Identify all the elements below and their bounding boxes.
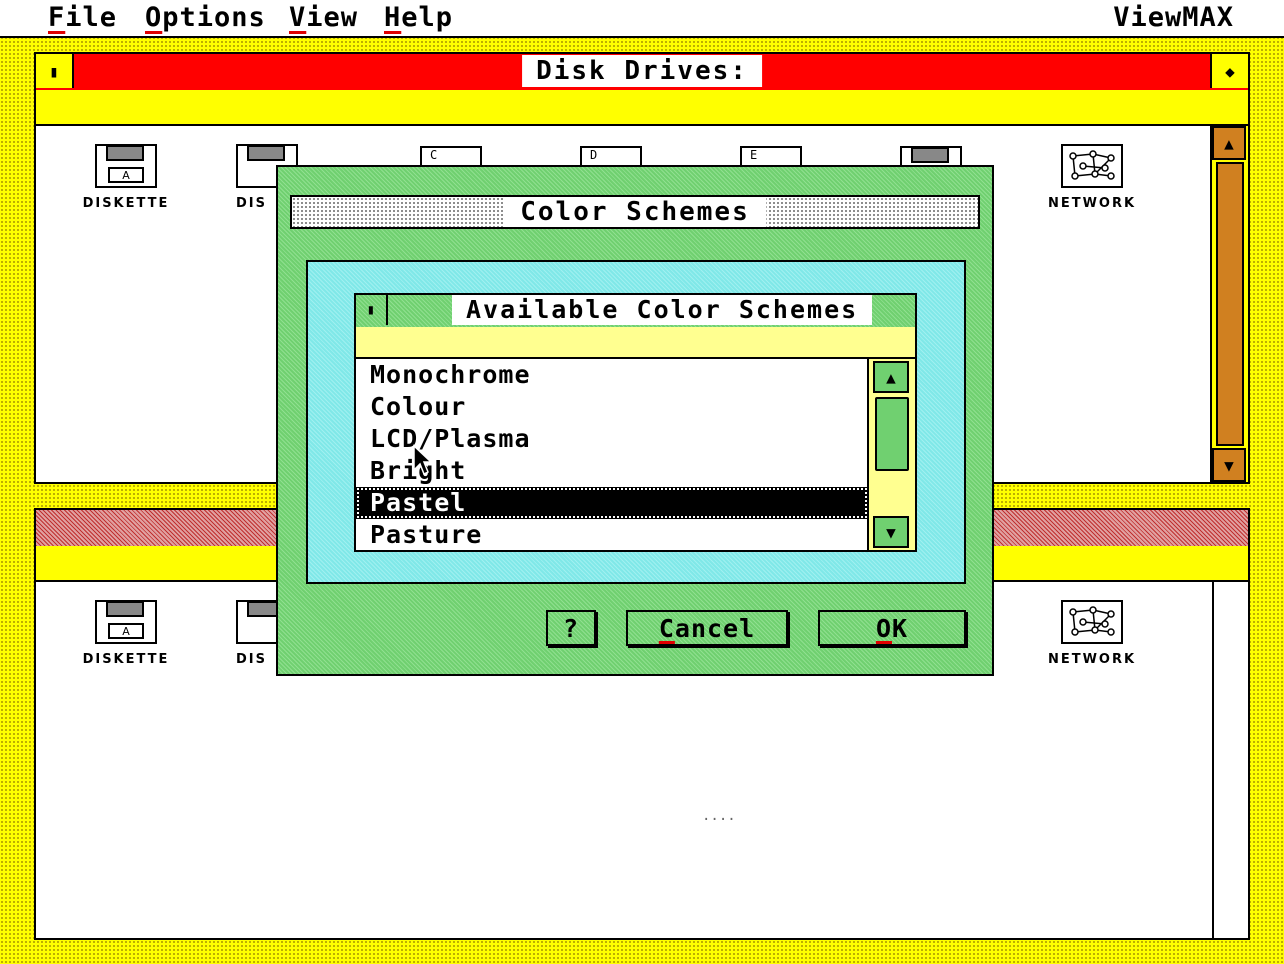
list-info-line [356, 327, 915, 359]
menu-help[interactable]: Help [384, 2, 453, 33]
scroll-down-arrow-icon[interactable]: ▼ [1212, 448, 1246, 482]
drive-label: NETWORK [1047, 196, 1137, 211]
drive-label: DISKETTE [82, 652, 170, 667]
list-frame: ▮ Available Color Schemes Monochrome Col… [306, 260, 966, 584]
list-item-pastel-selected[interactable]: Pastel [356, 487, 868, 519]
list-scrollbar[interactable]: ▲ ▼ [867, 359, 915, 550]
window-info-line [36, 90, 1248, 126]
vertical-scrollbar[interactable] [1212, 582, 1248, 938]
scroll-thumb[interactable] [1216, 162, 1244, 446]
floppy-drive-icon: A [95, 144, 157, 188]
drive-a-icon[interactable]: A DISKETTE [76, 144, 176, 211]
cancel-button[interactable]: Cancel [626, 610, 788, 646]
help-button[interactable]: ? [546, 610, 596, 646]
ok-button[interactable]: OK [818, 610, 966, 646]
network-icon [1061, 144, 1123, 188]
network-drive-icon[interactable]: NETWORK [1042, 144, 1142, 211]
floppy-drive-icon: A [95, 600, 157, 644]
svg-text:A: A [122, 169, 130, 182]
list-scroll-thumb[interactable] [875, 397, 909, 471]
window-title: Disk Drives: [522, 55, 762, 87]
list-close-box-icon[interactable]: ▮ [356, 295, 388, 325]
window-title-bar[interactable]: ▮ Disk Drives: ◆ [36, 54, 1248, 92]
dialog-title: Color Schemes [504, 197, 766, 227]
list-item-lcd-plasma[interactable]: LCD/Plasma [356, 423, 868, 455]
color-schemes-dialog: Color Schemes ▮ Available Color Schemes … [276, 165, 994, 676]
menu-file[interactable]: File [48, 2, 117, 33]
list-item-monochrome[interactable]: Monochrome [356, 359, 868, 391]
network-drive-icon[interactable]: NETWORK [1042, 600, 1142, 667]
status-dots: .... [702, 808, 736, 824]
scroll-down-arrow-icon[interactable]: ▼ [873, 516, 909, 548]
full-box-icon[interactable]: ◆ [1210, 54, 1248, 88]
mouse-pointer-icon [413, 444, 432, 476]
menu-view[interactable]: View [289, 2, 358, 33]
dialog-title-bar: Color Schemes [290, 195, 980, 229]
color-scheme-list-window: ▮ Available Color Schemes Monochrome Col… [354, 293, 917, 552]
network-icon [1061, 600, 1123, 644]
list-title: Available Color Schemes [452, 295, 873, 325]
menu-options[interactable]: Options [145, 2, 266, 33]
app-brand: ViewMAX [1113, 2, 1234, 33]
scroll-up-arrow-icon[interactable]: ▲ [873, 361, 909, 393]
list-item-bright[interactable]: Bright [356, 455, 868, 487]
drive-label: DISKETTE [82, 196, 170, 211]
vertical-scrollbar[interactable]: ▲ ▼ [1210, 126, 1248, 482]
drive-label: NETWORK [1047, 652, 1137, 667]
list-title-bar: ▮ Available Color Schemes [356, 295, 915, 329]
menu-bar: File Options View Help ViewMAX [0, 0, 1284, 38]
list-item-pasture[interactable]: Pasture [356, 519, 868, 551]
drive-a-icon[interactable]: A DISKETTE [76, 600, 176, 667]
scroll-up-arrow-icon[interactable]: ▲ [1212, 126, 1246, 160]
svg-text:A: A [122, 625, 130, 638]
close-box-icon[interactable]: ▮ [36, 54, 74, 88]
list-item-colour[interactable]: Colour [356, 391, 868, 423]
color-scheme-list: Monochrome Colour LCD/Plasma Bright Past… [356, 359, 868, 551]
